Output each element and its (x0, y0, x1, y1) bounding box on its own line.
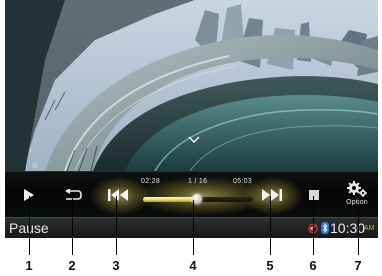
callout-number: 2 (68, 258, 76, 273)
callout-number: 1 (25, 258, 33, 273)
callout-line (72, 196, 73, 255)
callout-line (116, 196, 117, 255)
callout-line (29, 196, 30, 255)
callout-line (193, 200, 194, 255)
callout-number: 6 (309, 258, 317, 273)
next-track-button[interactable] (257, 182, 287, 208)
skip-previous-icon (108, 189, 128, 201)
callout-line (313, 196, 314, 255)
clock: 10:30 (330, 220, 366, 236)
skip-next-icon (262, 189, 282, 201)
option-label: Option (346, 199, 368, 206)
status-icons (308, 222, 329, 234)
progress-bar[interactable] (143, 194, 253, 204)
repeat-icon (65, 189, 82, 200)
status-bar: Pause 10:30 AM (5, 217, 378, 238)
callout-number: 4 (189, 258, 197, 273)
callout-number: 5 (266, 258, 274, 273)
bluetooth-icon (321, 222, 329, 234)
stop-button[interactable] (303, 182, 325, 208)
collapse-caret-icon[interactable] (188, 136, 200, 144)
callout-number: 3 (112, 258, 120, 273)
repeat-button[interactable] (60, 182, 86, 208)
total-time: 05:03 (233, 178, 253, 185)
callout-line (270, 196, 271, 255)
track-counter: 1 / 16 (188, 178, 208, 185)
gear-icon (347, 181, 367, 197)
playback-controls: 02:28 1 / 16 05:03 Option (5, 171, 378, 218)
video-area[interactable] (5, 0, 378, 171)
clock-ampm: AM (364, 225, 375, 232)
option-button[interactable]: Option (339, 174, 375, 212)
previous-track-button[interactable] (103, 182, 133, 208)
elapsed-time: 02:28 (141, 178, 161, 185)
callout-number: 7 (354, 258, 362, 273)
progress-fill (143, 197, 197, 202)
stop-icon (309, 190, 319, 200)
media-player-screen: 02:28 1 / 16 05:03 Option 10:30 AM (5, 0, 378, 238)
video-frame-image (5, 0, 378, 171)
callout-line (358, 210, 359, 255)
